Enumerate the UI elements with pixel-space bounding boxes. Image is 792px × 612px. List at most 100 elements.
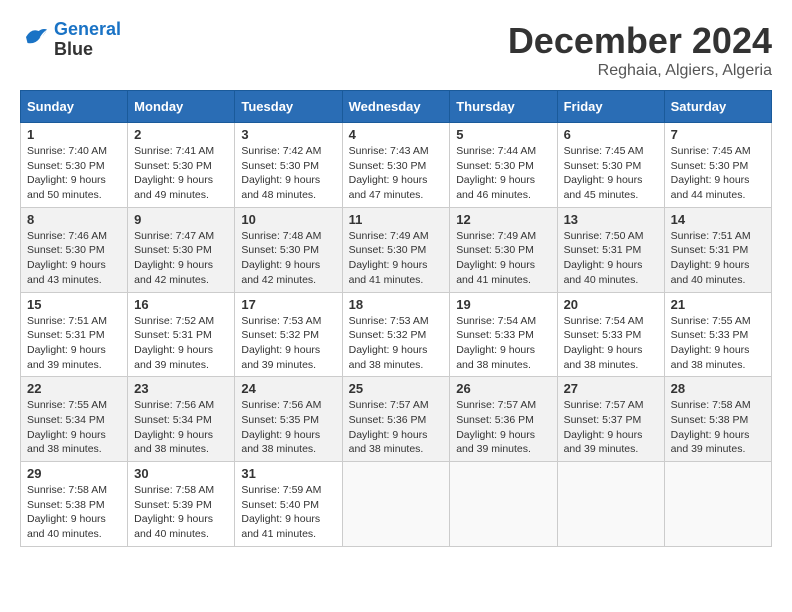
day-info: Sunrise: 7:54 AM Sunset: 5:33 PM Dayligh… <box>456 314 550 373</box>
day-number: 15 <box>27 297 121 312</box>
day-info: Sunrise: 7:46 AM Sunset: 5:30 PM Dayligh… <box>27 229 121 288</box>
day-number: 30 <box>134 466 228 481</box>
day-number: 9 <box>134 212 228 227</box>
header-row: SundayMondayTuesdayWednesdayThursdayFrid… <box>21 91 772 123</box>
day-info: Sunrise: 7:49 AM Sunset: 5:30 PM Dayligh… <box>456 229 550 288</box>
day-cell: 19 Sunrise: 7:54 AM Sunset: 5:33 PM Dayli… <box>450 292 557 377</box>
day-info: Sunrise: 7:53 AM Sunset: 5:32 PM Dayligh… <box>349 314 444 373</box>
day-number: 27 <box>564 381 658 396</box>
day-info: Sunrise: 7:43 AM Sunset: 5:30 PM Dayligh… <box>349 144 444 203</box>
column-header-sunday: Sunday <box>21 91 128 123</box>
day-cell: 18 Sunrise: 7:53 AM Sunset: 5:32 PM Dayli… <box>342 292 450 377</box>
day-number: 7 <box>671 127 765 142</box>
day-cell: 27 Sunrise: 7:57 AM Sunset: 5:37 PM Dayli… <box>557 377 664 462</box>
day-number: 12 <box>456 212 550 227</box>
column-header-thursday: Thursday <box>450 91 557 123</box>
day-cell: 12 Sunrise: 7:49 AM Sunset: 5:30 PM Dayli… <box>450 207 557 292</box>
day-info: Sunrise: 7:56 AM Sunset: 5:34 PM Dayligh… <box>134 398 228 457</box>
day-info: Sunrise: 7:48 AM Sunset: 5:30 PM Dayligh… <box>241 229 335 288</box>
day-info: Sunrise: 7:42 AM Sunset: 5:30 PM Dayligh… <box>241 144 335 203</box>
day-cell: 1Sunrise: 7:40 AM Sunset: 5:30 PM Daylig… <box>21 123 128 208</box>
day-cell <box>342 462 450 547</box>
day-info: Sunrise: 7:45 AM Sunset: 5:30 PM Dayligh… <box>564 144 658 203</box>
day-cell: 26Sunrise: 7:57 AM Sunset: 5:36 PM Dayli… <box>450 377 557 462</box>
day-info: Sunrise: 7:50 AM Sunset: 5:31 PM Dayligh… <box>564 229 658 288</box>
day-number: 22 <box>27 381 121 396</box>
day-cell: 23 Sunrise: 7:56 AM Sunset: 5:34 PM Dayli… <box>128 377 235 462</box>
day-number: 2 <box>134 127 228 142</box>
day-cell <box>557 462 664 547</box>
day-number: 5 <box>456 127 550 142</box>
week-row-2: 8 Sunrise: 7:46 AM Sunset: 5:30 PM Daylig… <box>21 207 772 292</box>
column-header-monday: Monday <box>128 91 235 123</box>
day-cell: 28 Sunrise: 7:58 AM Sunset: 5:38 PM Dayli… <box>664 377 771 462</box>
day-number: 19 <box>456 297 550 312</box>
day-info: Sunrise: 7:59 AM Sunset: 5:40 PM Dayligh… <box>241 483 335 542</box>
column-header-saturday: Saturday <box>664 91 771 123</box>
day-number: 10 <box>241 212 335 227</box>
day-cell: 6 Sunrise: 7:45 AM Sunset: 5:30 PM Daylig… <box>557 123 664 208</box>
day-number: 13 <box>564 212 658 227</box>
day-cell: 7Sunrise: 7:45 AM Sunset: 5:30 PM Daylig… <box>664 123 771 208</box>
day-number: 29 <box>27 466 121 481</box>
logo: GeneralBlue <box>20 20 121 60</box>
day-cell: 5Sunrise: 7:44 AM Sunset: 5:30 PM Daylig… <box>450 123 557 208</box>
day-number: 28 <box>671 381 765 396</box>
day-cell: 2Sunrise: 7:41 AM Sunset: 5:30 PM Daylig… <box>128 123 235 208</box>
day-info: Sunrise: 7:51 AM Sunset: 5:31 PM Dayligh… <box>27 314 121 373</box>
day-cell: 20Sunrise: 7:54 AM Sunset: 5:33 PM Dayli… <box>557 292 664 377</box>
day-cell: 25Sunrise: 7:57 AM Sunset: 5:36 PM Dayli… <box>342 377 450 462</box>
day-cell: 9 Sunrise: 7:47 AM Sunset: 5:30 PM Daylig… <box>128 207 235 292</box>
day-number: 8 <box>27 212 121 227</box>
day-cell: 14 Sunrise: 7:51 AM Sunset: 5:31 PM Dayli… <box>664 207 771 292</box>
day-cell <box>450 462 557 547</box>
day-number: 17 <box>241 297 335 312</box>
day-number: 4 <box>349 127 444 142</box>
week-row-1: 1Sunrise: 7:40 AM Sunset: 5:30 PM Daylig… <box>21 123 772 208</box>
day-info: Sunrise: 7:58 AM Sunset: 5:38 PM Dayligh… <box>671 398 765 457</box>
month-title: December 2024 <box>508 20 772 62</box>
day-cell: 16Sunrise: 7:52 AM Sunset: 5:31 PM Dayli… <box>128 292 235 377</box>
day-info: Sunrise: 7:57 AM Sunset: 5:37 PM Dayligh… <box>564 398 658 457</box>
day-number: 11 <box>349 212 444 227</box>
column-header-wednesday: Wednesday <box>342 91 450 123</box>
day-info: Sunrise: 7:51 AM Sunset: 5:31 PM Dayligh… <box>671 229 765 288</box>
day-info: Sunrise: 7:57 AM Sunset: 5:36 PM Dayligh… <box>349 398 444 457</box>
day-info: Sunrise: 7:47 AM Sunset: 5:30 PM Dayligh… <box>134 229 228 288</box>
day-cell: 13 Sunrise: 7:50 AM Sunset: 5:31 PM Dayli… <box>557 207 664 292</box>
logo-bird-icon <box>20 22 50 52</box>
day-info: Sunrise: 7:56 AM Sunset: 5:35 PM Dayligh… <box>241 398 335 457</box>
day-cell: 4 Sunrise: 7:43 AM Sunset: 5:30 PM Daylig… <box>342 123 450 208</box>
day-number: 1 <box>27 127 121 142</box>
day-number: 6 <box>564 127 658 142</box>
day-cell: 29 Sunrise: 7:58 AM Sunset: 5:38 PM Dayli… <box>21 462 128 547</box>
title-section: December 2024 Reghaia, Algiers, Algeria <box>508 20 772 80</box>
day-cell: 15 Sunrise: 7:51 AM Sunset: 5:31 PM Dayli… <box>21 292 128 377</box>
day-number: 18 <box>349 297 444 312</box>
column-header-tuesday: Tuesday <box>235 91 342 123</box>
day-number: 20 <box>564 297 658 312</box>
day-cell: 10 Sunrise: 7:48 AM Sunset: 5:30 PM Dayli… <box>235 207 342 292</box>
day-number: 21 <box>671 297 765 312</box>
day-number: 3 <box>241 127 335 142</box>
day-cell: 3 Sunrise: 7:42 AM Sunset: 5:30 PM Daylig… <box>235 123 342 208</box>
day-cell: 22 Sunrise: 7:55 AM Sunset: 5:34 PM Dayli… <box>21 377 128 462</box>
day-number: 23 <box>134 381 228 396</box>
day-info: Sunrise: 7:58 AM Sunset: 5:38 PM Dayligh… <box>27 483 121 542</box>
day-number: 14 <box>671 212 765 227</box>
day-number: 24 <box>241 381 335 396</box>
day-cell: 24 Sunrise: 7:56 AM Sunset: 5:35 PM Dayli… <box>235 377 342 462</box>
day-cell <box>664 462 771 547</box>
column-header-friday: Friday <box>557 91 664 123</box>
calendar-table: SundayMondayTuesdayWednesdayThursdayFrid… <box>20 90 772 547</box>
day-number: 26 <box>456 381 550 396</box>
day-info: Sunrise: 7:49 AM Sunset: 5:30 PM Dayligh… <box>349 229 444 288</box>
day-info: Sunrise: 7:55 AM Sunset: 5:34 PM Dayligh… <box>27 398 121 457</box>
day-info: Sunrise: 7:55 AM Sunset: 5:33 PM Dayligh… <box>671 314 765 373</box>
day-cell: 21 Sunrise: 7:55 AM Sunset: 5:33 PM Dayli… <box>664 292 771 377</box>
day-number: 31 <box>241 466 335 481</box>
day-cell: 17Sunrise: 7:53 AM Sunset: 5:32 PM Dayli… <box>235 292 342 377</box>
day-cell: 30Sunrise: 7:58 AM Sunset: 5:39 PM Dayli… <box>128 462 235 547</box>
day-cell: 31 Sunrise: 7:59 AM Sunset: 5:40 PM Dayli… <box>235 462 342 547</box>
week-row-3: 15 Sunrise: 7:51 AM Sunset: 5:31 PM Dayli… <box>21 292 772 377</box>
